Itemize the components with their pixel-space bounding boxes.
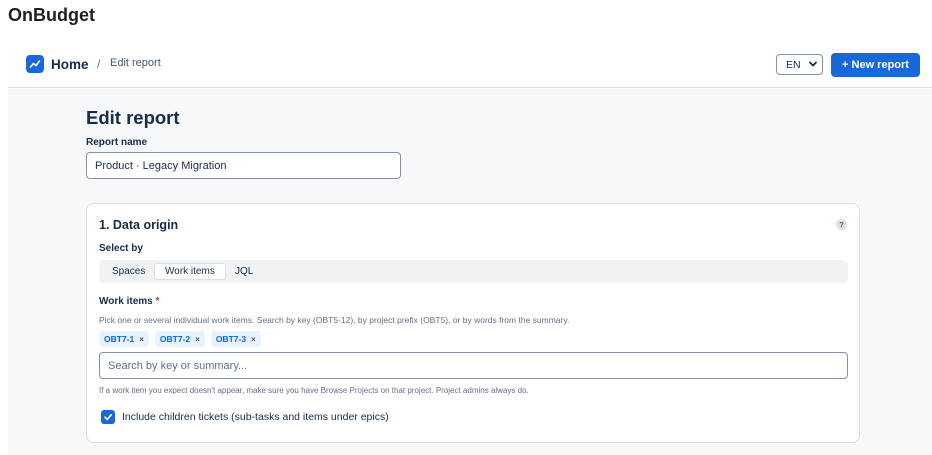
language-select[interactable]: EN — [776, 54, 823, 75]
data-origin-card: 1. Data origin ? Select by Spaces Work i… — [86, 203, 860, 443]
include-children-checkbox[interactable] — [101, 410, 115, 424]
work-item-chip: OBT7-3 × — [210, 331, 261, 347]
chevron-down-icon — [808, 59, 818, 72]
tab-jql[interactable]: JQL — [225, 263, 263, 280]
data-origin-title: 1. Data origin — [99, 218, 179, 232]
include-children-label[interactable]: Include children tickets (sub-tasks and … — [122, 411, 389, 423]
language-value: EN — [786, 58, 801, 71]
checkmark-icon — [104, 413, 113, 421]
work-items-label: Work items * — [99, 296, 159, 307]
report-name-label: Report name — [86, 137, 148, 148]
tab-spaces[interactable]: Spaces — [102, 263, 155, 280]
work-items-label-text: Work items — [99, 296, 153, 307]
chip-label: OBT7-1 — [104, 334, 135, 344]
breadcrumb-current: Edit report — [110, 57, 161, 69]
tab-work-items[interactable]: Work items — [154, 263, 226, 280]
work-item-chip: OBT7-1 × — [99, 331, 149, 347]
top-bar: Home / Edit report EN + New report — [8, 43, 932, 88]
select-by-tabs: Spaces Work items JQL — [99, 260, 848, 283]
select-by-label: Select by — [99, 243, 143, 254]
work-item-search-input[interactable] — [99, 352, 848, 379]
work-item-chip: OBT7-2 × — [154, 331, 205, 347]
report-name-input[interactable] — [86, 152, 401, 179]
breadcrumb-home-link[interactable]: Home — [51, 57, 89, 72]
app-title: OnBudget — [8, 5, 95, 25]
breadcrumb-separator: / — [97, 57, 101, 71]
remove-chip-icon[interactable]: × — [251, 335, 256, 344]
search-hint: If a work item you expect doesn't appear… — [99, 386, 529, 395]
chip-label: OBT7-3 — [215, 334, 247, 344]
help-icon[interactable]: ? — [836, 219, 847, 230]
new-report-button[interactable]: + New report — [831, 53, 920, 77]
selected-work-items: OBT7-1 × OBT7-2 × OBT7-3 × — [99, 331, 261, 347]
page-title: Edit report — [86, 107, 180, 128]
chart-trend-icon[interactable] — [26, 55, 44, 73]
remove-chip-icon[interactable]: × — [195, 335, 200, 344]
chip-label: OBT7-2 — [159, 334, 191, 344]
required-mark: * — [155, 296, 160, 307]
work-items-hint: Pick one or several individual work item… — [99, 315, 570, 325]
remove-chip-icon[interactable]: × — [139, 335, 144, 344]
